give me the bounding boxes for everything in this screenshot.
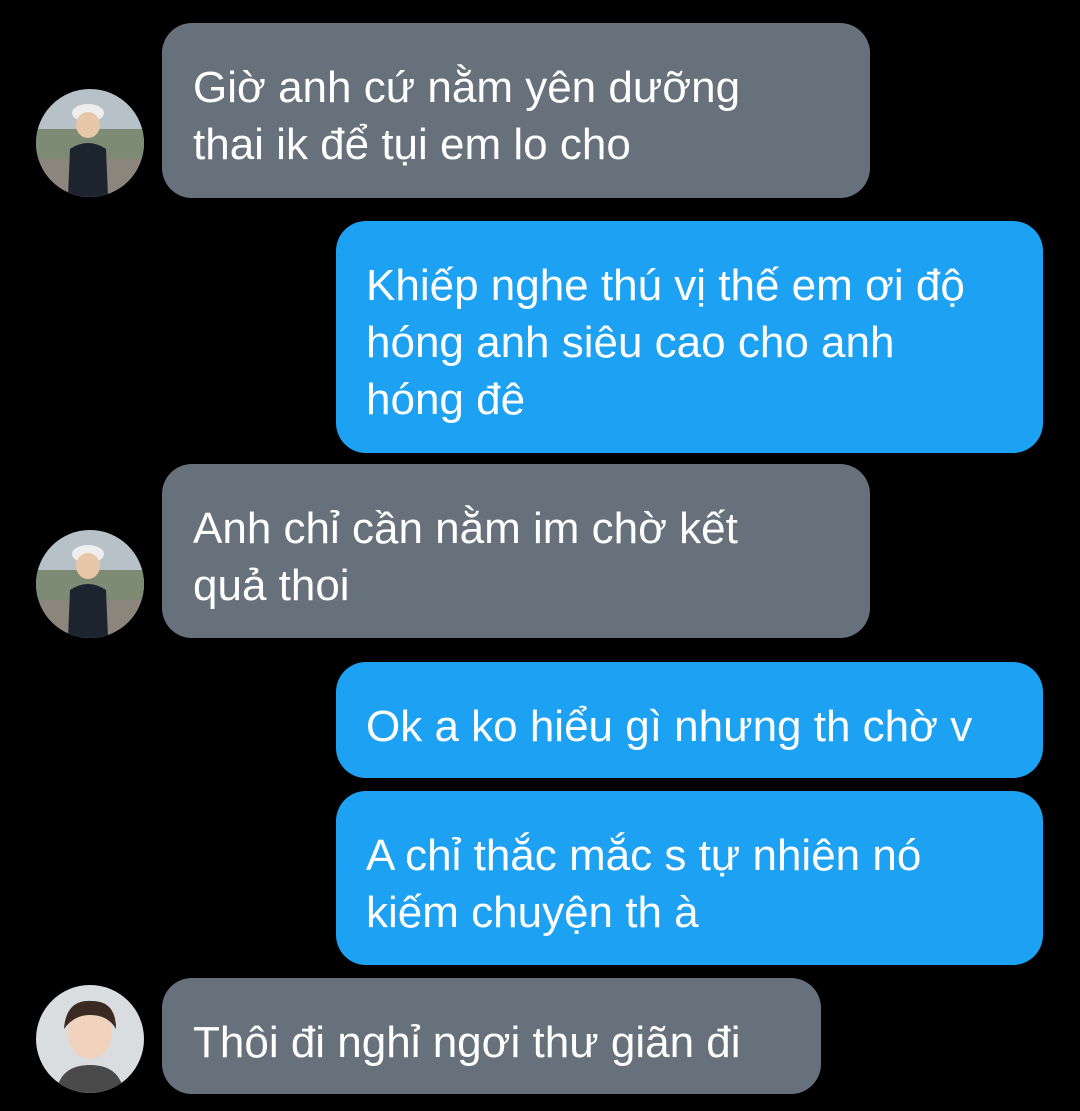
sender-avatar-young-man[interactable] — [36, 985, 144, 1093]
child-photo-avatar-icon — [36, 89, 144, 197]
message-bubble-incoming[interactable]: Anh chỉ cần nằm im chờ kết quả thoi — [162, 464, 870, 638]
young-man-photo-avatar-icon — [36, 985, 144, 1093]
child-photo-avatar-icon — [36, 530, 144, 638]
message-bubble-incoming[interactable]: Giờ anh cứ nằm yên dưỡng thai ik để tụi … — [162, 23, 870, 198]
sender-avatar-child[interactable] — [36, 530, 144, 638]
message-bubble-outgoing[interactable]: A chỉ thắc mắc s tự nhiên nó kiếm chuyện… — [336, 791, 1043, 965]
message-bubble-outgoing[interactable]: Ok a ko hiểu gì nhưng th chờ v — [336, 662, 1043, 778]
sender-avatar-child[interactable] — [36, 89, 144, 197]
message-bubble-outgoing[interactable]: Khiếp nghe thú vị thế em ơi độ hóng anh … — [336, 221, 1043, 453]
message-bubble-incoming[interactable]: Thôi đi nghỉ ngơi thư giãn đi — [162, 978, 821, 1094]
